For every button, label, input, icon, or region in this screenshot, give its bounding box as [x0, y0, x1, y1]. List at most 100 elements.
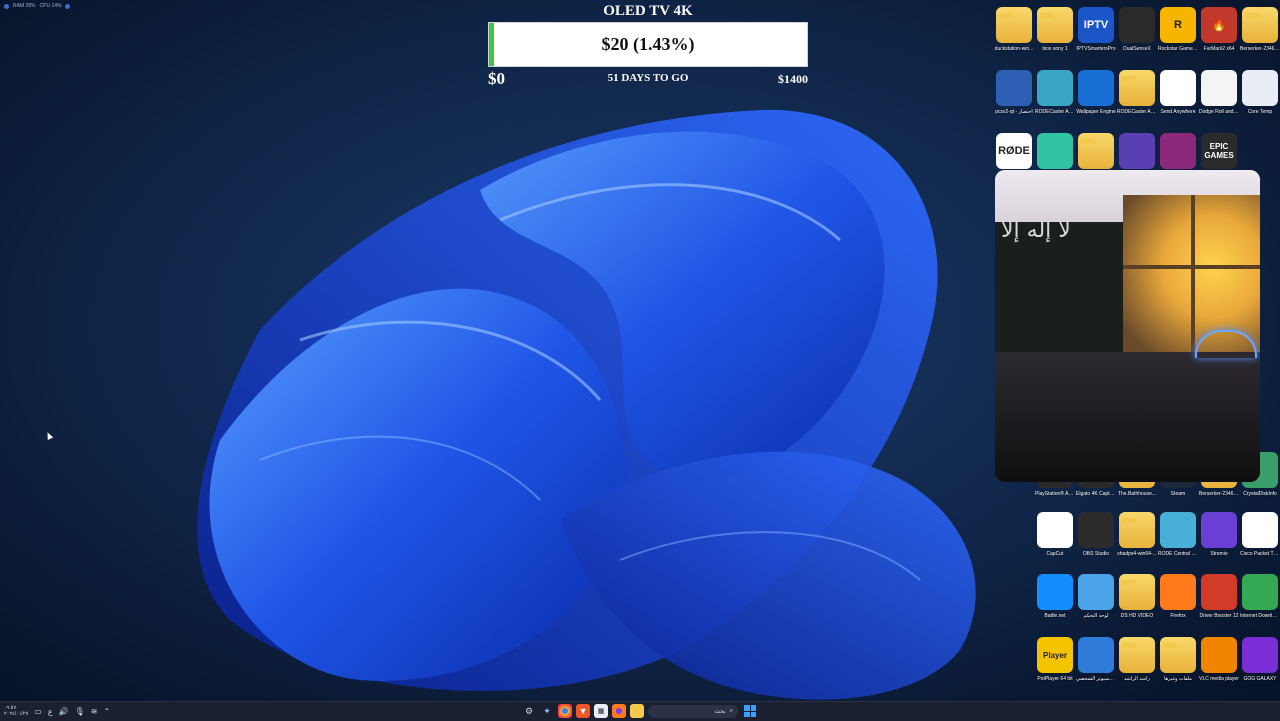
desktop-icon-label: Wallpaper Engine: [1076, 109, 1116, 115]
desktop-icon[interactable]: [1076, 133, 1116, 172]
folder-icon: [1160, 637, 1196, 673]
desktop-icon[interactable]: Internet Downloa...: [1240, 574, 1280, 619]
brave-icon[interactable]: ▼: [576, 704, 590, 718]
desktop-icon[interactable]: CapCut: [1035, 512, 1075, 557]
start-button[interactable]: [744, 705, 756, 717]
folder-icon: [1037, 7, 1073, 43]
desktop-icon-label: DS HD VIDEO: [1120, 613, 1154, 619]
system-monitor: RAM 28% CPU 14%: [4, 3, 71, 9]
desktop-icon[interactable]: RODECaster App Windows v2.0.105: [1117, 70, 1157, 115]
desktop-icon[interactable]: RODE Central (2.0.65): [1158, 512, 1198, 557]
streamlabs-icon: [1037, 133, 1073, 169]
mic-icon[interactable]: 🎙: [75, 707, 85, 716]
desktop-icon-label: راشد الراشد: [1124, 676, 1150, 682]
desktop-icon-label: PotPlayer 64 bit: [1037, 676, 1073, 682]
desktop-icon-label: Dodge Roll and Sprint-496-2-30...: [1199, 109, 1239, 115]
desktop-icon-label: Berserker-2346-...: [1240, 46, 1280, 52]
potplayer-icon: Player: [1037, 637, 1073, 673]
desktop-icon[interactable]: Send Anywhere: [1158, 70, 1198, 115]
desktop-icon-label: PlayStation® Accessories: [1035, 491, 1075, 497]
calendar-icon[interactable]: ▦: [594, 704, 608, 718]
desktop-icon[interactable]: RØDE: [994, 133, 1034, 172]
driver-booster-icon: [1201, 574, 1237, 610]
taskbar-search[interactable]: بحث ⌕: [648, 704, 738, 718]
gamepad-icon: [1119, 7, 1155, 43]
donation-goal-widget: OLED TV 4K $20 (1.43%) $0 51 DAYS TO GO …: [488, 0, 808, 91]
desktop-icon[interactable]: Core Temp: [1240, 70, 1280, 115]
desktop-icon-label: Berserker-2346-...: [1199, 491, 1239, 497]
wifi-icon[interactable]: ≋: [91, 707, 98, 716]
obs-icon: [1078, 512, 1114, 548]
folder-icon: [1119, 512, 1155, 548]
desktop-icon[interactable]: Firefox: [1158, 574, 1198, 619]
wallpaper-engine-icon: [1078, 70, 1114, 106]
webcam-floor: [995, 352, 1260, 482]
desktop-icon-label: FurMark2 x64: [1203, 46, 1235, 52]
folder-icon: [996, 7, 1032, 43]
desktop-icon[interactable]: ملفات وغيرها: [1158, 637, 1198, 682]
desktop-icon[interactable]: RODECaster App (2.0.102): [1035, 70, 1075, 115]
desktop-icon[interactable]: Wallpaper Engine: [1076, 70, 1116, 115]
desktop-icon[interactable]: Cisco Packet Tracer: [1240, 512, 1280, 557]
desktop-icon-label: OBS Studio: [1082, 551, 1110, 557]
search-placeholder: بحث: [714, 708, 726, 715]
notification-icon[interactable]: ▭: [34, 707, 42, 716]
webcam-flag-text: لا إله إلا: [1001, 218, 1071, 243]
desktop-icon-label: Send Anywhere: [1160, 109, 1196, 115]
language-indicator[interactable]: ع: [48, 707, 53, 716]
control-panel-icon: [1078, 574, 1114, 610]
desktop-icon[interactable]: shadps4-win64-...: [1117, 512, 1157, 557]
desktop-icon-label: Stremio: [1210, 551, 1228, 557]
desktop-icon[interactable]: Stremio: [1199, 512, 1239, 557]
epic-games-icon: EPIC GAMES: [1201, 133, 1237, 169]
settings-icon[interactable]: ⚙: [522, 704, 536, 718]
desktop-icon-label: Battle.net: [1044, 613, 1066, 619]
chevron-up-icon[interactable]: ⌃: [103, 707, 110, 716]
firefox-taskbar-icon[interactable]: [612, 704, 626, 718]
desktop-icon-label: RODE Central (2.0.65): [1158, 551, 1198, 557]
desktop-icon[interactable]: DualSenseX: [1117, 7, 1157, 52]
desktop-icon[interactable]: راشد الراشد: [1117, 637, 1157, 682]
clock-date: ٢٠٢٤/٠١/٢٧: [4, 711, 29, 717]
folder-icon: [1119, 70, 1155, 106]
desktop-icon[interactable]: IPTV IPTVSmartersPro: [1076, 7, 1116, 52]
desktop-icon[interactable]: [1035, 133, 1075, 172]
goal-amount: $20 (1.43%): [601, 34, 695, 54]
desktop-icon-label: Cisco Packet Tracer: [1240, 551, 1280, 557]
desktop-icon[interactable]: GOG GALAXY: [1240, 637, 1280, 682]
desktop-icon[interactable]: Berserker-2346-...: [1240, 7, 1280, 52]
desktop-icon-label: Steam: [1170, 491, 1186, 497]
desktop-icon[interactable]: R Rockstar Games Launcher: [1158, 7, 1198, 52]
desktop-icon[interactable]: [1158, 133, 1198, 172]
desktop-icon[interactable]: bios sony 1: [1035, 7, 1075, 52]
monitor-toggle-icon[interactable]: [65, 3, 71, 9]
desktop-icon[interactable]: Dodge Roll and Sprint-496-2-30...: [1199, 70, 1239, 115]
user-folder-icon: [1119, 637, 1155, 673]
desktop-icon[interactable]: OBS Studio: [1076, 512, 1116, 557]
desktop-icon[interactable]: لوحة التحكم: [1076, 574, 1116, 619]
desktop-icon-label: GOG GALAXY: [1243, 676, 1277, 682]
desktop-icon[interactable]: هذا الكمبيوتر الشخصي: [1076, 637, 1116, 682]
volume-icon[interactable]: 🔊: [59, 707, 69, 716]
desktop-icon[interactable]: pcsx2-qt - اختصار: [994, 70, 1034, 115]
desktop-icon-label: CrystalDiskInfo: [1243, 491, 1277, 497]
chrome-icon[interactable]: [558, 704, 572, 718]
rode-central-icon: [1160, 512, 1196, 548]
desktop-icon[interactable]: [1117, 133, 1157, 172]
desktop-icon-label: CapCut: [1046, 551, 1064, 557]
desktop-icon[interactable]: 🔥 FurMark2 x64: [1199, 7, 1239, 52]
pcsx2-icon: [996, 70, 1032, 106]
desktop-icon[interactable]: Player PotPlayer 64 bit: [1035, 637, 1075, 682]
copilot-icon[interactable]: ✦: [540, 704, 554, 718]
rockstar-icon: R: [1160, 7, 1196, 43]
desktop-icon[interactable]: VLC media player: [1199, 637, 1239, 682]
firefox-icon: [1160, 574, 1196, 610]
clock[interactable]: ٠٩:٥٧ ٢٠٢٤/٠١/٢٧: [4, 705, 28, 717]
folder-icon: [1078, 133, 1114, 169]
desktop-icon[interactable]: Battle.net: [1035, 574, 1075, 619]
file-explorer-icon[interactable]: [630, 704, 644, 718]
desktop-icon[interactable]: DS HD VIDEO: [1117, 574, 1157, 619]
desktop-icon[interactable]: Driver Booster 12: [1199, 574, 1239, 619]
desktop-icon[interactable]: duckstation-win...: [994, 7, 1034, 52]
furmark-icon: 🔥: [1201, 7, 1237, 43]
